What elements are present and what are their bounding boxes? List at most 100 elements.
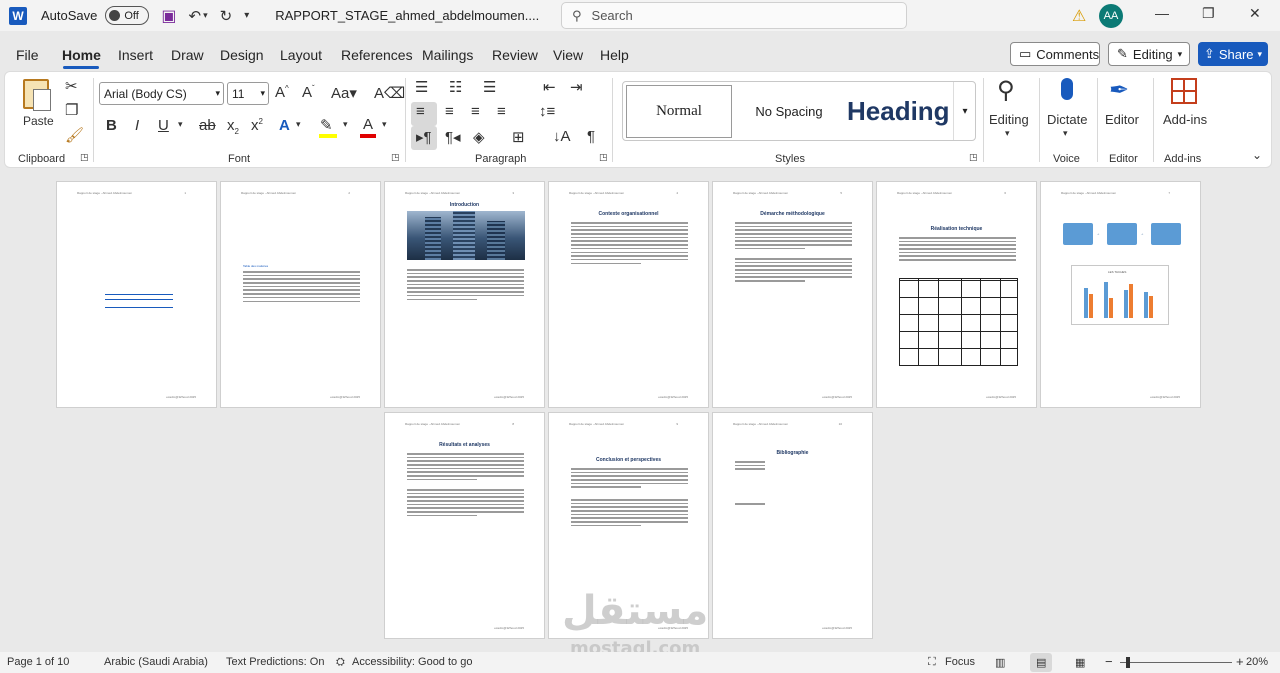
tab-insert[interactable]: Insert xyxy=(118,47,153,63)
editor-button[interactable]: ✒ Editor xyxy=(1103,76,1143,146)
dialog-launcher-icon[interactable]: ◳ xyxy=(391,152,400,163)
page-1[interactable]: Rapport de stage - Ahmed Abdelmoumen 1 e… xyxy=(56,181,217,408)
line-spacing-icon[interactable]: ↕≡ xyxy=(539,103,555,120)
bold-icon[interactable]: B xyxy=(106,117,117,134)
justify-icon[interactable]: ≡ xyxy=(497,103,506,120)
font-size-combo[interactable]: 11 ▾ xyxy=(227,82,269,105)
sort-icon[interactable]: ↓A xyxy=(553,128,571,145)
highlight-icon[interactable]: ✎ xyxy=(320,116,333,134)
editing-mode-button[interactable]: ✎ Editing ▾ xyxy=(1108,42,1190,66)
font-name-combo[interactable]: Arial (Body CS) ▾ xyxy=(99,82,224,105)
strikethrough-icon[interactable]: ab xyxy=(199,117,216,134)
style-normal[interactable]: Normal xyxy=(626,85,732,138)
page-3[interactable]: Rapport de stage - Ahmed Abdelmoumen 3 I… xyxy=(384,181,545,408)
increase-indent-icon[interactable]: ⇥ xyxy=(570,78,583,96)
editing-button[interactable]: ⚲ Editing ▾ xyxy=(989,76,1033,146)
document-name[interactable]: RAPPORT_STAGE_ahmed_abdelmoumen.... xyxy=(275,8,539,23)
zoom-in-icon[interactable]: + xyxy=(1236,654,1244,669)
restore-icon[interactable]: ❐ xyxy=(1202,5,1215,22)
align-center-icon[interactable]: ≡ xyxy=(445,103,454,120)
page-4[interactable]: Rapport de stage - Ahmed Abdelmoumen 4 C… xyxy=(548,181,709,408)
multilevel-list-icon[interactable]: ☰ xyxy=(483,78,496,96)
tab-draw[interactable]: Draw xyxy=(171,47,204,63)
paste-button[interactable]: Paste xyxy=(17,77,57,135)
numbering-icon[interactable]: ☷ xyxy=(449,78,462,96)
page-9[interactable]: Rapport de stage - Ahmed Abdelmoumen 9 C… xyxy=(548,412,709,639)
accessibility-status[interactable]: Accessibility: Good to go xyxy=(352,656,472,668)
dictate-button[interactable]: Dictate ▾ xyxy=(1045,76,1091,146)
decrease-indent-icon[interactable]: ⇤ xyxy=(543,78,556,96)
document-area[interactable]: Rapport de stage - Ahmed Abdelmoumen 1 e… xyxy=(0,172,1280,648)
style-heading-1[interactable]: Heading 1 xyxy=(843,85,949,138)
zoom-level[interactable]: 20% xyxy=(1246,656,1268,668)
superscript-icon[interactable]: x2 xyxy=(251,117,263,134)
clear-formatting-icon[interactable]: A⌫ xyxy=(374,84,405,102)
comments-button[interactable]: ▭ Comments xyxy=(1010,42,1100,66)
language-indicator[interactable]: Arabic (Saudi Arabia) xyxy=(104,656,208,668)
minimize-icon[interactable]: — xyxy=(1155,5,1169,21)
tab-help[interactable]: Help xyxy=(600,47,629,63)
text-predictions-status[interactable]: Text Predictions: On xyxy=(226,656,324,668)
autosave-toggle[interactable]: Off xyxy=(105,6,150,25)
page-8[interactable]: Rapport de stage - Ahmed Abdelmoumen 8 R… xyxy=(384,412,545,639)
avatar[interactable]: AA xyxy=(1099,4,1123,28)
font-color-icon[interactable]: A xyxy=(363,116,373,133)
text-effects-icon[interactable]: A xyxy=(279,117,290,134)
dialog-launcher-icon[interactable]: ◳ xyxy=(80,152,89,163)
rtl-paragraph-icon[interactable]: ¶◂ xyxy=(445,128,461,146)
tab-layout[interactable]: Layout xyxy=(280,47,322,63)
cut-icon[interactable]: ✂ xyxy=(65,77,78,95)
change-case-icon[interactable]: Aa▾ xyxy=(331,84,357,102)
format-painter-icon[interactable]: 🖌 xyxy=(65,126,84,144)
styles-more-button[interactable]: ▾ xyxy=(953,82,976,140)
chevron-down-icon[interactable]: ▾ xyxy=(296,119,301,130)
chevron-down-icon[interactable]: ▾ xyxy=(382,119,387,130)
collapse-ribbon-icon[interactable]: ⌄ xyxy=(1252,148,1262,162)
page-7[interactable]: Rapport de stage - Ahmed Abdelmoumen 7 ➜… xyxy=(1040,181,1201,408)
zoom-slider[interactable] xyxy=(1120,657,1232,668)
web-layout-icon[interactable]: ▦ xyxy=(1075,656,1085,669)
chevron-down-icon[interactable]: ▾ xyxy=(343,119,348,130)
subscript-icon[interactable]: x2 xyxy=(227,117,239,136)
borders-icon[interactable]: ⊞ xyxy=(512,128,525,146)
show-formatting-icon[interactable]: ¶ xyxy=(587,128,595,145)
undo-icon[interactable]: ↶ xyxy=(189,7,202,25)
page-count[interactable]: Page 1 of 10 xyxy=(7,656,69,668)
share-button[interactable]: ⇪ Share ▾ xyxy=(1198,42,1268,66)
tab-view[interactable]: View xyxy=(553,47,583,63)
tab-mailings[interactable]: Mailings xyxy=(422,47,473,63)
underline-icon[interactable]: U xyxy=(158,117,169,134)
customize-qat-icon[interactable]: ▾ xyxy=(244,10,249,21)
save-icon[interactable]: ▣ xyxy=(161,6,176,26)
undo-dropdown-icon[interactable]: ▾ xyxy=(203,10,208,21)
addins-button[interactable]: Add-ins xyxy=(1159,76,1209,146)
page-6[interactable]: Rapport de stage - Ahmed Abdelmoumen 6 R… xyxy=(876,181,1037,408)
tab-review[interactable]: Review xyxy=(492,47,538,63)
chevron-down-icon[interactable]: ▾ xyxy=(178,119,183,130)
grow-font-icon[interactable]: A^ xyxy=(275,84,289,101)
search-box[interactable]: ⚲ Search xyxy=(561,2,907,29)
redo-icon[interactable]: ↻ xyxy=(220,7,233,25)
zoom-out-icon[interactable]: − xyxy=(1105,654,1113,669)
align-right-icon[interactable]: ≡ xyxy=(471,103,480,120)
close-icon[interactable]: ✕ xyxy=(1249,5,1261,22)
page-2[interactable]: Rapport de stage - Ahmed Abdelmoumen 2 T… xyxy=(220,181,381,408)
shrink-font-icon[interactable]: Aˇ xyxy=(302,84,315,101)
tab-home[interactable]: Home xyxy=(62,47,101,63)
dialog-launcher-icon[interactable]: ◳ xyxy=(969,152,978,163)
zoom-slider-thumb[interactable] xyxy=(1126,657,1130,668)
read-mode-icon[interactable]: ▥ xyxy=(995,656,1005,669)
tab-file[interactable]: File xyxy=(16,47,39,63)
focus-button[interactable]: Focus xyxy=(945,656,975,668)
page-5[interactable]: Rapport de stage - Ahmed Abdelmoumen 5 D… xyxy=(712,181,873,408)
tab-design[interactable]: Design xyxy=(220,47,264,63)
shading-icon[interactable]: ◈ xyxy=(473,128,485,146)
copy-icon[interactable]: ❐ xyxy=(65,101,78,119)
tab-references[interactable]: References xyxy=(341,47,413,63)
page-10[interactable]: Rapport de stage - Ahmed Abdelmoumen 10 … xyxy=(712,412,873,639)
italic-icon[interactable]: I xyxy=(135,117,139,134)
warning-icon[interactable]: ⚠ xyxy=(1072,6,1086,26)
bullets-icon[interactable]: ☰ xyxy=(415,78,428,96)
style-no-spacing[interactable]: No Spacing xyxy=(738,85,840,138)
dialog-launcher-icon[interactable]: ◳ xyxy=(599,152,608,163)
